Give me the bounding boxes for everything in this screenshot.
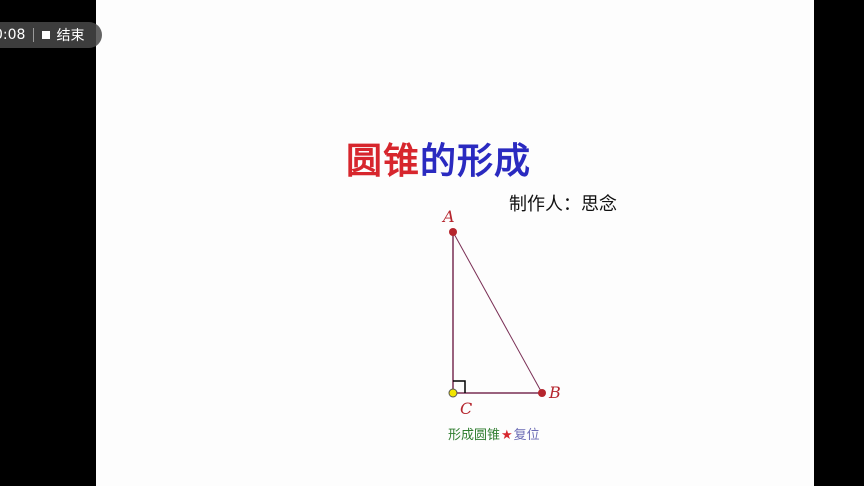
point-b[interactable] <box>538 389 546 397</box>
star-icon: ★ <box>501 428 513 443</box>
point-c[interactable] <box>448 388 458 398</box>
reset-button[interactable]: 复位 <box>514 428 540 443</box>
point-a-label: A <box>441 207 455 226</box>
point-a[interactable] <box>449 228 457 236</box>
point-c-label: C <box>460 399 472 418</box>
segment-ab <box>452 231 543 394</box>
triangle-figure: A B C <box>441 207 561 418</box>
action-buttons: 形成圆锥★复位 <box>448 424 540 443</box>
point-b-label: B <box>548 383 561 402</box>
form-cone-button[interactable]: 形成圆锥 <box>448 428 500 443</box>
